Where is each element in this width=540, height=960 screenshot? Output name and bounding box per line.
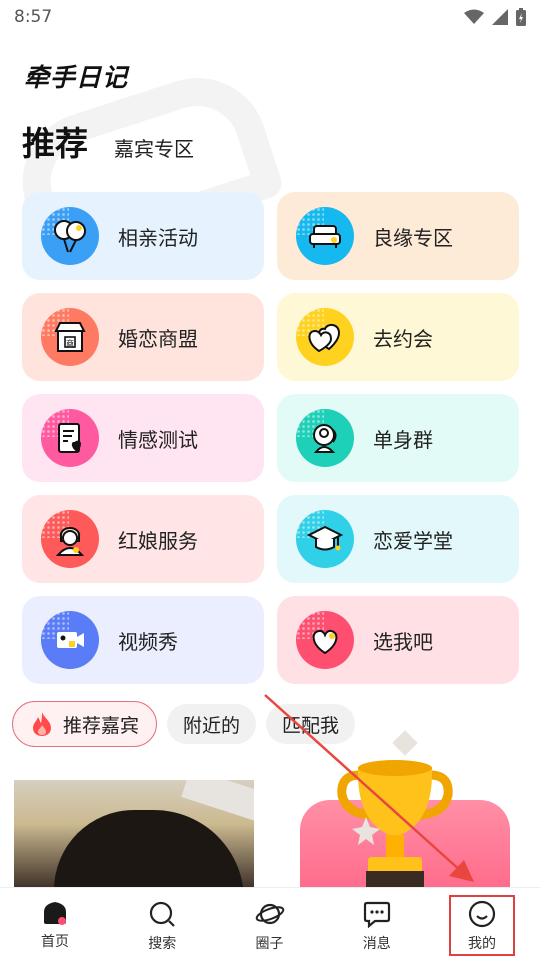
heart-icon	[296, 611, 354, 669]
nav-circle[interactable]: 圈子	[237, 888, 303, 960]
photo-background	[181, 780, 254, 822]
feature-card-label: 良缘专区	[373, 225, 453, 250]
guest-filter-tabs: 推荐嘉宾 附近的 匹配我	[12, 701, 356, 747]
sofa-icon	[296, 207, 354, 265]
tab-match-me[interactable]: 匹配我	[266, 704, 356, 744]
flame-icon	[33, 712, 51, 736]
section-subtitle[interactable]: 嘉宾专区	[114, 133, 194, 164]
quiz-icon	[41, 409, 99, 467]
svg-text:商: 商	[66, 338, 74, 348]
nav-messages[interactable]: 消息	[344, 888, 410, 960]
feature-card-good-match[interactable]: 良缘专区	[277, 192, 519, 280]
nav-label: 消息	[362, 936, 391, 952]
feature-card-label: 相亲活动	[118, 225, 198, 250]
hearts-icon	[296, 308, 354, 366]
page-title: 推荐	[22, 124, 88, 163]
profile-photo	[54, 810, 244, 890]
nav-home[interactable]: 首页	[22, 888, 88, 960]
feature-card-label: 恋爱学堂	[373, 528, 453, 553]
feature-card-label: 婚恋商盟	[118, 326, 198, 351]
nav-search[interactable]: 搜索	[129, 888, 195, 960]
tab-label: 匹配我	[282, 714, 340, 737]
tab-nearby[interactable]: 附近的	[167, 704, 257, 744]
shop-icon: 商	[41, 308, 99, 366]
feature-card-label: 单身群	[373, 427, 433, 452]
balloons-icon	[41, 207, 99, 265]
wifi-icon	[464, 9, 484, 24]
tab-recommended-guests[interactable]: 推荐嘉宾	[12, 701, 158, 747]
matchmaker-icon	[41, 510, 99, 568]
chat-bubble-icon	[363, 901, 390, 928]
trophy-icon	[337, 760, 453, 890]
feature-card-love-school[interactable]: 恋爱学堂	[277, 495, 519, 583]
feature-card-matchmaker[interactable]: 红娘服务	[22, 495, 264, 583]
tab-label: 推荐嘉宾	[63, 714, 140, 737]
bottom-nav: 首页 搜索 圈子 消息 我的	[0, 887, 540, 960]
feature-card-label: 选我吧	[373, 629, 433, 654]
feature-card-emotion-test[interactable]: 情感测试	[22, 394, 264, 482]
app-logo: 牵手日记	[24, 63, 129, 92]
battery-icon	[516, 8, 526, 26]
planet-icon	[255, 903, 284, 925]
status-bar: 8:57	[0, 0, 540, 34]
person-icon	[296, 409, 354, 467]
smiley-icon	[468, 900, 496, 928]
status-time: 8:57	[14, 7, 53, 27]
nav-label: 首页	[41, 934, 69, 950]
feature-grid: 相亲活动 良缘专区 商 婚恋商盟 去约会 情感测试 单身群 红娘服务 恋爱学堂 …	[22, 192, 519, 684]
nav-label: 我的	[468, 936, 496, 952]
feature-card-choose-me[interactable]: 选我吧	[277, 596, 519, 684]
nav-profile[interactable]: 我的	[449, 895, 515, 956]
sparkle-decoration	[392, 730, 418, 756]
signal-icon	[492, 9, 508, 25]
feature-card-singles-group[interactable]: 单身群	[277, 394, 519, 482]
feature-card-video-show[interactable]: 视频秀	[22, 596, 264, 684]
nav-label: 搜索	[148, 936, 177, 952]
video-camera-icon	[41, 611, 99, 669]
tab-label: 附近的	[183, 714, 241, 737]
feature-card-marriage-alliance[interactable]: 商 婚恋商盟	[22, 293, 264, 381]
home-icon	[44, 902, 66, 925]
feature-card-label: 视频秀	[118, 629, 178, 654]
search-icon	[150, 901, 176, 927]
section-header: 推荐 嘉宾专区	[22, 124, 194, 164]
graduation-cap-icon	[296, 510, 354, 568]
status-icons	[464, 8, 526, 26]
feature-card-blind-date[interactable]: 相亲活动	[22, 192, 264, 280]
feature-card-label: 情感测试	[118, 427, 198, 452]
feature-card-label: 去约会	[373, 326, 433, 351]
guest-profile-card[interactable]	[14, 780, 254, 890]
nav-label: 圈子	[255, 936, 284, 952]
feature-card-date[interactable]: 去约会	[277, 293, 519, 381]
feature-card-label: 红娘服务	[118, 528, 198, 553]
